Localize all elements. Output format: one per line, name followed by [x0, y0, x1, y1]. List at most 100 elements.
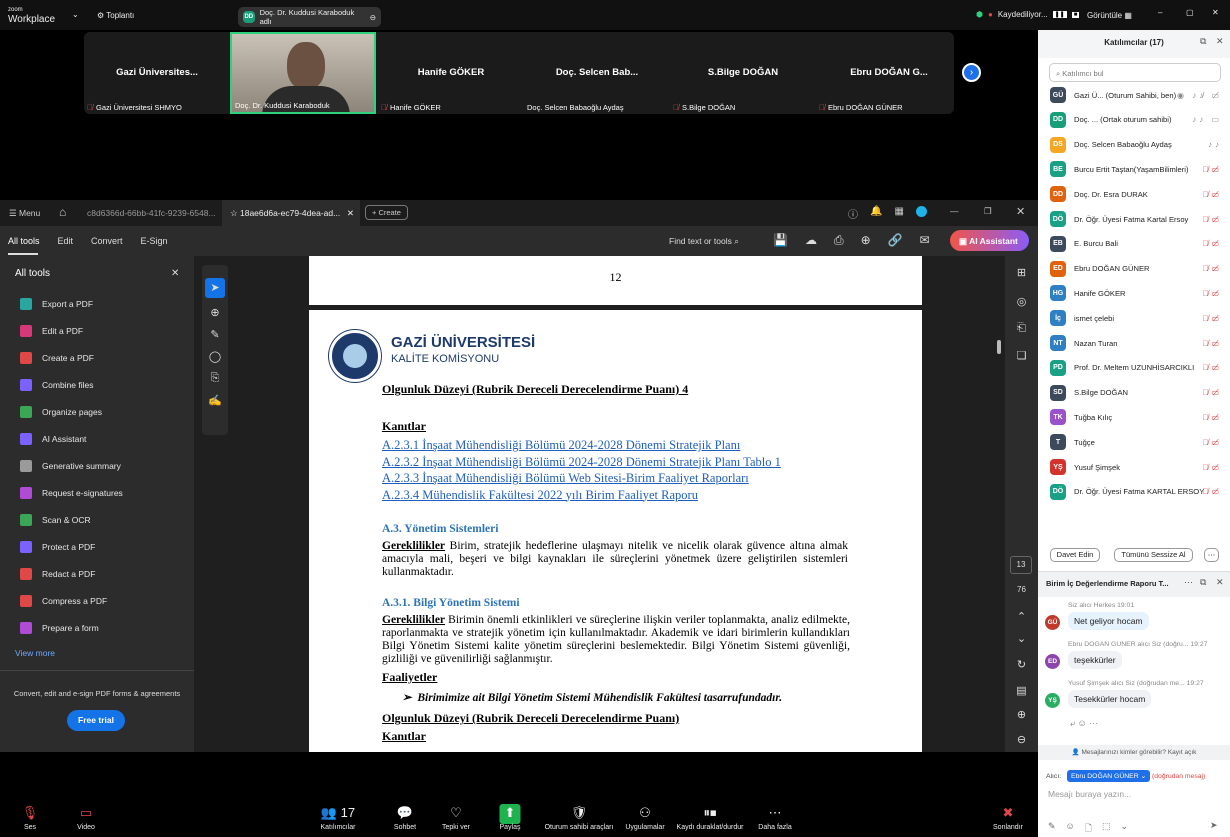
recipient-dropdown[interactable]: Ebru DOĞAN GÜNER ⌄	[1067, 770, 1151, 782]
tool-item[interactable]: Generative summary	[20, 460, 121, 472]
participant-row[interactable]: NT Nazan Turan 🎙̸▭̸	[1050, 334, 1222, 352]
participant-row[interactable]: ED Ebru DOĞAN GÜNER 🎙̸▭̸	[1050, 260, 1222, 278]
next-videos-button[interactable]: ›	[962, 63, 981, 82]
current-page-input[interactable]: 13	[1010, 556, 1032, 574]
participant-row[interactable]: SD S.Bilge DOĞAN 🎙̸▭̸	[1050, 384, 1222, 402]
mute-all-button[interactable]: Tümünü Sessize Al	[1114, 548, 1193, 562]
send-icon[interactable]: ➤	[1210, 820, 1218, 831]
control-daha-fazla[interactable]: ⋯ Daha fazla	[758, 804, 791, 831]
user-avatar[interactable]	[915, 206, 927, 217]
active-speaker-pill[interactable]: DD Doç. Dr. Kuddusi Karaboduk adlı ⊖	[238, 7, 381, 27]
participant-row[interactable]: GÜ Gazi Ü... (Oturum Sahibi, ben) ◉ ♪♪̸ ▭̸	[1050, 86, 1222, 104]
mic-video-off-icon[interactable]: 🎙̸▭̸	[1202, 215, 1222, 224]
zoom-out-icon[interactable]: ⊖	[1005, 733, 1038, 746]
close-icon[interactable]: ✕	[1216, 36, 1224, 47]
document-icon[interactable]: ▤	[1005, 684, 1038, 697]
evidence-link[interactable]: A.2.3.4 Mühendislik Fakültesi 2022 yılı …	[382, 487, 852, 504]
tool-item[interactable]: Prepare a form	[20, 622, 99, 634]
mic-video-off-icon[interactable]: 🎙̸▭̸	[1202, 289, 1222, 298]
comment-tool-icon[interactable]: ⊞	[1005, 266, 1038, 279]
pen-icon[interactable]: ✎	[202, 328, 228, 341]
participant-row[interactable]: BE Burcu Ertit Taştan(YaşamBilimleri) 🎙̸▭̸	[1050, 160, 1222, 178]
participant-row[interactable]: İç ismet çelebi 🎙̸▭̸	[1050, 309, 1222, 327]
mic-video-off-icon[interactable]: 🎙̸▭̸	[1202, 363, 1222, 372]
zoom-logo[interactable]: zoom Workplace	[8, 6, 55, 25]
tab-convert[interactable]: Convert	[91, 236, 123, 246]
screenshot-icon[interactable]: ⬚	[1102, 821, 1111, 837]
participant-row[interactable]: DÖ Dr. Öğr. Üyesi Fatma Kartal Ersoy 🎙̸▭̸	[1050, 210, 1222, 228]
mic-video-off-icon[interactable]: 🎙̸▭̸	[1202, 314, 1222, 323]
restore-icon[interactable]: ❐	[984, 206, 992, 217]
mic-video-off-icon[interactable]: 🎙̸▭̸	[1202, 190, 1222, 199]
video-tile[interactable]: S.Bilge DOĞAN 🎙̸ S.Bilge DOĞAN	[670, 32, 816, 114]
control-paylaş[interactable]: ⬆ Paylaş	[499, 804, 521, 831]
close-tab-icon[interactable]: ✕	[347, 208, 354, 219]
tool-item[interactable]: Request e-signatures	[20, 487, 123, 499]
mic-video-off-icon[interactable]: 🎙̸▭̸	[1202, 438, 1222, 447]
mic-video-off-icon[interactable]: 🎙̸▭̸	[1202, 463, 1222, 472]
mic-video-off-icon[interactable]: 🎙̸▭̸	[1202, 487, 1222, 496]
page-down-icon[interactable]: ⌄	[1005, 632, 1038, 645]
participant-row[interactable]: EB E. Burcu Bali 🎙̸▭̸	[1050, 235, 1222, 253]
video-tile[interactable]: Ebru DOĞAN G... 🎙̸ Ebru DOĞAN GÜNER	[816, 32, 962, 114]
control-sonlandır[interactable]: ✖ Sonlandır	[993, 804, 1023, 831]
tool-item[interactable]: Export a PDF	[20, 298, 93, 310]
more-options-button[interactable]: ⋯	[1204, 548, 1219, 562]
mic-video-off-icon[interactable]: 🎙̸▭̸	[1202, 339, 1222, 348]
tool-item[interactable]: Compress a PDF	[20, 595, 107, 607]
participant-row[interactable]: HG Hanife GÖKER 🎙̸▭̸	[1050, 284, 1222, 302]
minimize-icon[interactable]: –	[1158, 8, 1162, 17]
create-button[interactable]: + Create	[365, 205, 408, 220]
close-panel-icon[interactable]: ✕	[171, 268, 179, 279]
tab-e-sign[interactable]: E-Sign	[141, 236, 168, 246]
tab-document-1[interactable]: c8d6366d-66bb-41fc-9239-6548...	[87, 208, 216, 218]
tool-item[interactable]: Combine files	[20, 379, 94, 391]
popout-icon[interactable]: ⧉	[1200, 577, 1206, 588]
home-icon[interactable]: ⌂	[59, 205, 66, 219]
close-icon[interactable]: ✕	[1016, 205, 1025, 218]
document-viewer[interactable]: ➤ ⊕ ✎ ◯ ⎘ ✍ 12 GAZİ ÜNİVERSİTESİ KALİTE …	[194, 256, 1005, 752]
participant-row[interactable]: T Tuğçe 🎙̸▭̸	[1050, 433, 1222, 451]
sign-icon[interactable]: ✍	[202, 394, 228, 407]
evidence-link[interactable]: A.2.3.3 İnşaat Mühendisliği Bölümü Web S…	[382, 470, 852, 487]
menu-button[interactable]: ☰ Menu	[9, 208, 40, 219]
video-tile[interactable]: Gazi Üniversites... 🎙̸ Gazi Üniversitesi S…	[84, 32, 230, 114]
tool-item[interactable]: Edit a PDF	[20, 325, 83, 337]
pages-icon[interactable]: ❏	[1005, 349, 1038, 362]
control-katılımcılar[interactable]: 👥 17 Katılımcılar	[320, 804, 355, 831]
text-select-icon[interactable]: ⎘	[202, 372, 228, 385]
mic-video-off-icon[interactable]: 🎙̸▭̸	[1202, 264, 1222, 273]
popout-icon[interactable]: ⧉	[1200, 36, 1206, 47]
pause-record-icon[interactable]: ❚❚	[1052, 11, 1067, 18]
evidence-link[interactable]: A.2.3.2 İnşaat Mühendisliği Bölümü 2024-…	[382, 454, 852, 471]
ai-assistant-button[interactable]: ▣ AI Assistant	[950, 230, 1029, 251]
tab-edit[interactable]: Edit	[58, 236, 74, 246]
participant-row[interactable]: YŞ Yusuf Şimşek 🎙̸▭̸	[1050, 458, 1222, 476]
close-icon[interactable]: ✕	[1212, 8, 1219, 17]
lasso-icon[interactable]: ◯	[202, 350, 228, 363]
tool-item[interactable]: Scan & OCR	[20, 514, 91, 526]
page-up-icon[interactable]: ⌃	[1005, 610, 1038, 623]
audio-video-status-icon[interactable]: ◉ ♪♪̸ ▭̸	[1177, 91, 1222, 100]
control-uygulamalar[interactable]: ⚇ Uygulamalar	[625, 804, 664, 831]
participant-row[interactable]: DD Doç. ... (Ortak oturum sahibi) ♪♪ ▭	[1050, 111, 1222, 129]
participant-row[interactable]: DD Doç. Dr. Esra DURAK 🎙̸▭̸	[1050, 185, 1222, 203]
bookmark-icon[interactable]: ⎗	[1005, 322, 1038, 335]
chevron-down-icon[interactable]: ⌄	[1121, 821, 1129, 837]
tab-all-tools[interactable]: All tools	[8, 236, 40, 246]
star-icon[interactable]: ☆	[230, 208, 240, 218]
video-tile[interactable]: Hanife GÖKER 🎙̸ Hanife GÖKER	[378, 32, 524, 114]
message-actions[interactable]: ⤶ ☺ ⋯	[1070, 718, 1098, 729]
audio-video-status-icon[interactable]: ♪♪	[1208, 140, 1222, 149]
participant-search-input[interactable]: ⌕ Katılımcı bul	[1049, 63, 1221, 82]
find-tools-search[interactable]: Find text or tools ⌕	[669, 236, 739, 247]
tool-item[interactable]: Create a PDF	[20, 352, 94, 364]
rotate-icon[interactable]: ↻	[1005, 658, 1038, 671]
control-video[interactable]: ▭ Video	[77, 804, 95, 831]
visibility-notice[interactable]: 👤 Mesajlarınızı kimler görebilir? Kayıt …	[1038, 745, 1230, 760]
message-input[interactable]: Mesajı buraya yazın...	[1048, 789, 1131, 799]
more-icon[interactable]: ⋯	[1184, 577, 1193, 588]
scan-icon[interactable]: ◎	[1005, 295, 1038, 308]
mic-video-off-icon[interactable]: 🎙̸▭̸	[1202, 413, 1222, 422]
link-icon[interactable]: 🔗	[888, 233, 903, 248]
